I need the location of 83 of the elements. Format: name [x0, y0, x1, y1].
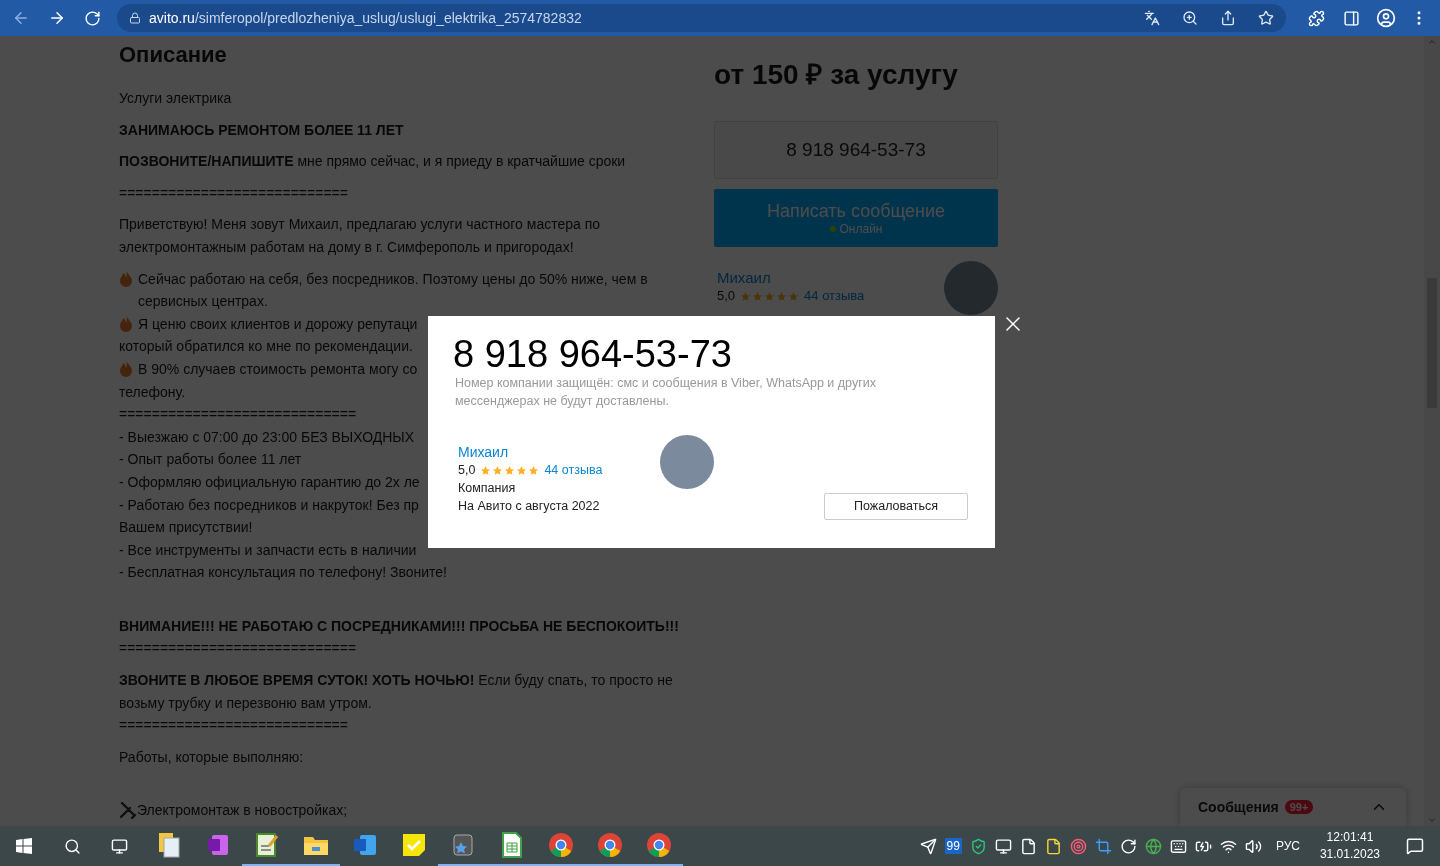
translate-icon[interactable]: [1144, 10, 1160, 26]
note-icon[interactable]: [1044, 837, 1062, 855]
description-text: - Выезжаю с 07:00 до 23:00 БЕЗ ВЫХОДНЫХ: [119, 427, 415, 447]
side-panel-icon[interactable]: [1343, 9, 1360, 27]
folder-icon: [302, 834, 329, 856]
description-text: - Все инструменты и запчасти есть в наличии: [119, 540, 417, 560]
notebook-icon: [205, 833, 230, 857]
messages-label: Сообщения: [1198, 797, 1279, 817]
description-text: который обратился ко мне по рекомендации.: [119, 337, 413, 357]
share-icon[interactable]: [1220, 10, 1236, 26]
reviews-link[interactable]: 44 отзыва: [544, 461, 603, 479]
keyboard-icon[interactable]: [1169, 837, 1187, 855]
volume-icon[interactable]: [1244, 837, 1262, 855]
document-app-icon: [351, 833, 378, 857]
seller-since: На Авито с августа 2022: [458, 498, 601, 515]
seller-type: Компания: [458, 480, 517, 497]
notepad-icon: [254, 832, 279, 858]
sticky-note-icon: [401, 833, 426, 857]
zoom-icon[interactable]: [1182, 10, 1198, 26]
target-icon[interactable]: [1069, 837, 1087, 855]
description-text: ПОЗВОНИТЕ/НАПИШИТЕ мне прямо сейчас, и я приеду в кратчайшие сроки: [119, 152, 626, 172]
phone-notice: Номер компании защищён: смс и сообщения в Viber, WhatsApp и других мессенджерах не будут доставлены.: [455, 375, 877, 410]
clock[interactable]: 12:01:41 31.01.2023: [1309, 829, 1390, 863]
description-text: ЗВОНИТЕ В ЛЮБОЕ ВРЕМЯ СУТОК! ХОТЬ НОЧЬЮ! Если буду спать, то просто не возьму трубку и перезвоню вам утром.: [119, 671, 674, 713]
reload-icon[interactable]: [84, 9, 101, 27]
search-icon[interactable]: [64, 837, 81, 855]
bookmark-star-icon[interactable]: [1258, 10, 1274, 26]
send-icon[interactable]: [919, 837, 937, 855]
phone-number: 8 918 964-53-73: [453, 334, 733, 374]
star-app-icon: [451, 833, 474, 857]
description-text: - Опыт работы более 11 лет: [119, 450, 302, 470]
lock-icon: [129, 12, 141, 24]
windows-start-icon[interactable]: [16, 838, 32, 854]
seller-name-link[interactable]: Михаил: [458, 443, 660, 461]
avatar-placeholder: [660, 435, 714, 489]
description-text: Приветствую! Меня зовут Михаил, предлагаю услуги частного мастера по электромонтажным работам на дому в г. Симферополь и пригородах!: [119, 215, 602, 257]
documents-icon: [156, 832, 181, 858]
description-text: Электромонтаж в новостройках;: [137, 801, 348, 821]
rating-value: 5,0: [717, 287, 736, 305]
price-text: от 150 ₽ за услугу: [714, 58, 959, 92]
description-text: Работы, которые выполняю:: [119, 747, 304, 767]
description-text: =============================: [119, 639, 357, 659]
notifications-icon[interactable]: [1406, 837, 1424, 855]
description-text: Я ценю своих клиентов и дорожу репутаци: [138, 314, 418, 334]
browser-icon: [547, 832, 574, 858]
description-text: ЗАНИМАЮСЬ РЕМОНТОМ БОЛЕЕ 11 ЛЕТ: [119, 120, 404, 140]
sync-icon[interactable]: [1119, 837, 1137, 855]
extensions-icon[interactable]: [1308, 9, 1325, 27]
description-text: Сейчас работаю на себя, без посредников. Поэтому цены до 50% ниже, чем в сервисных центрах.: [138, 269, 649, 312]
description-text: ВНИМАНИЕ!!! НЕ РАБОТАЮ С ПОСРЕДНИКАМИ!!! ПРОСЬБА НЕ БЕСПОКОИТЬ!!!: [119, 616, 679, 636]
globe-icon[interactable]: [1144, 837, 1162, 855]
description-text: ============================: [119, 716, 348, 736]
report-button[interactable]: Пожаловаться: [824, 493, 968, 520]
description-text: =============================: [119, 405, 357, 425]
star-icon: [516, 464, 528, 476]
description-text: ============================: [119, 183, 348, 203]
description-text: В 90% случаев стоимость ремонта могу со: [138, 359, 418, 379]
star-icon: [480, 464, 492, 476]
shield-icon[interactable]: [969, 837, 987, 855]
rating-value: 5,0: [458, 462, 476, 479]
file-icon[interactable]: [1019, 837, 1037, 855]
description-text: - Работаю без посредников и накруток! Без пр: [119, 495, 419, 515]
browser-icon: [596, 832, 623, 858]
tray-counter[interactable]: 99: [944, 838, 962, 854]
description-text: телефону.: [119, 382, 186, 402]
description-text: Вашем присутствии!: [119, 518, 253, 538]
description-text: - Бесплатная консультация по телефону! Звоните!: [119, 563, 447, 583]
star-icon: [504, 464, 516, 476]
star-icon: [492, 464, 504, 476]
address-bar[interactable]: avito.ru/simferopol/predlozheniya_uslug/uslugi_elektrika_2574782832: [117, 4, 1286, 32]
description-text: - Оформляю официальную гарантию до 2х ле: [119, 472, 420, 492]
spreadsheet-icon: [500, 832, 523, 858]
monitor-icon[interactable]: [994, 837, 1012, 855]
back-icon[interactable]: [12, 9, 30, 27]
browser-icon: [645, 832, 672, 858]
language-indicator[interactable]: РУС: [1275, 837, 1300, 855]
url-text: avito.ru/simferopol/predlozheniya_uslug/uslugi_elektrika_2574782832: [149, 8, 582, 28]
forward-icon[interactable]: [48, 9, 66, 27]
section-heading: Описание: [119, 42, 228, 68]
description-text: Услуги электрика: [119, 89, 232, 108]
crop-icon[interactable]: [1094, 837, 1112, 855]
profile-icon[interactable]: [1376, 8, 1396, 28]
star-icon: [528, 464, 540, 476]
